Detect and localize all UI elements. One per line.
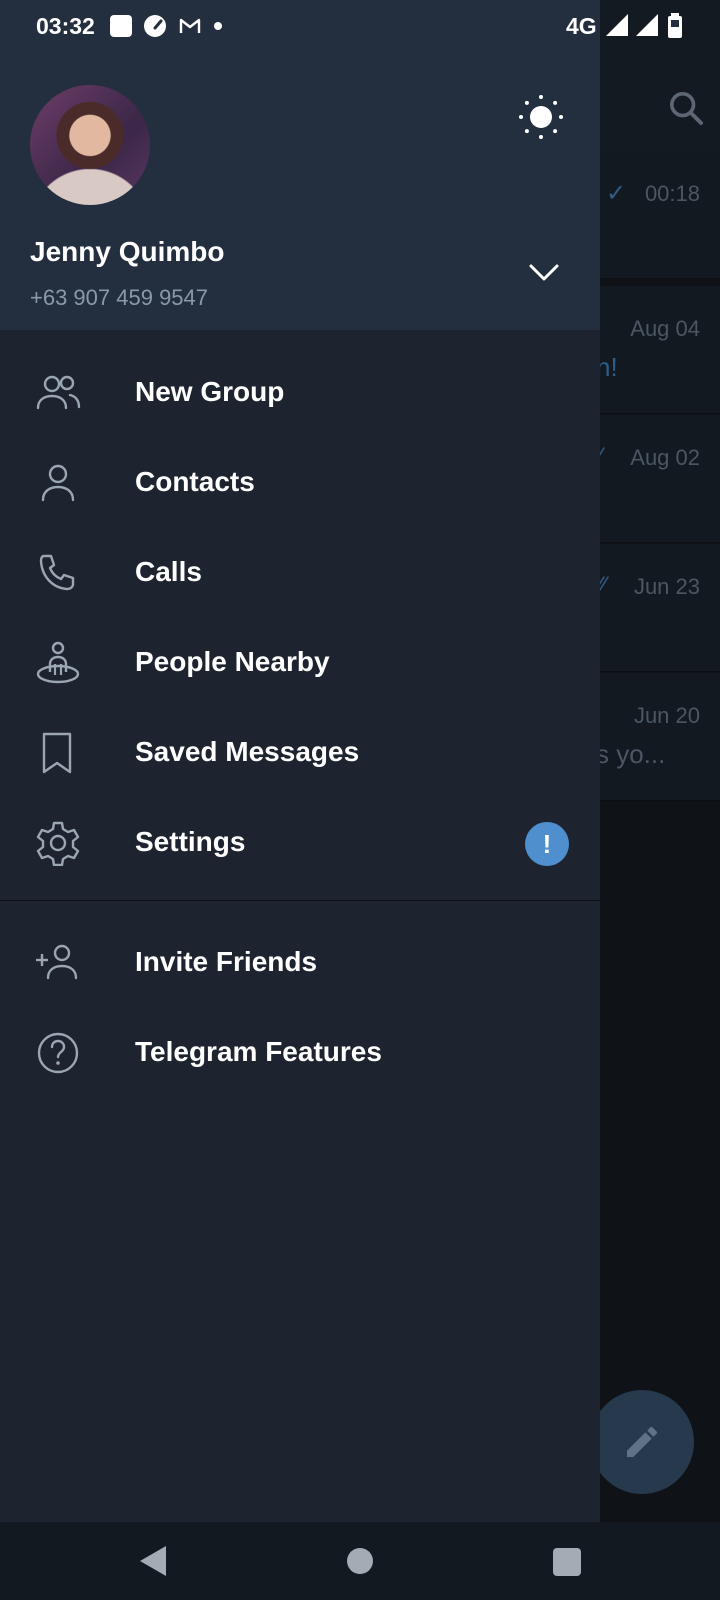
gmail-icon xyxy=(179,18,201,33)
signal-icon xyxy=(636,14,658,36)
speedometer-icon xyxy=(144,15,166,37)
question-icon xyxy=(37,1032,79,1074)
menu-item-label: New Group xyxy=(135,376,285,407)
settings-alert-badge: ! xyxy=(525,822,569,866)
menu-item-people-nearby[interactable]: People Nearby xyxy=(0,618,600,708)
menu-item-label: Settings xyxy=(135,826,246,857)
menu-item-invite-friends[interactable]: Invite Friends xyxy=(0,918,600,1008)
pencil-icon xyxy=(627,1426,657,1457)
menu-item-new-group[interactable]: New Group xyxy=(0,348,600,438)
contacts-icon xyxy=(41,464,75,502)
chat-snippet: s yo... xyxy=(596,739,666,769)
menu-item-calls[interactable]: Calls xyxy=(0,528,600,618)
chat-time: Jun 23 xyxy=(633,574,700,599)
chat-time: Aug 04 xyxy=(630,316,700,341)
user-name: Jenny Quimbo xyxy=(30,236,225,267)
drawer-menu: New Group Contacts Calls People Nearby S… xyxy=(0,348,600,888)
chevron-down-icon[interactable] xyxy=(528,262,560,284)
gear-icon xyxy=(36,821,80,866)
chat-time: 00:18 xyxy=(644,181,700,206)
chat-time: Aug 02 xyxy=(630,445,700,470)
status-time: 03:32 xyxy=(36,13,95,39)
menu-item-contacts[interactable]: Contacts xyxy=(0,438,600,528)
bookmark-icon xyxy=(42,732,72,774)
chat-time: Jun 20 xyxy=(633,703,700,728)
menu-item-label: People Nearby xyxy=(135,646,330,677)
menu-item-label: Invite Friends xyxy=(135,946,318,977)
back-icon[interactable] xyxy=(138,1544,168,1578)
notification-square-icon xyxy=(110,15,132,37)
drawer-menu-secondary: Invite Friends Telegram Features xyxy=(0,918,600,1098)
system-navigation-bar xyxy=(0,1522,720,1600)
phone-icon xyxy=(39,554,75,591)
signal-icon xyxy=(606,14,628,36)
menu-item-telegram-features[interactable]: Telegram Features xyxy=(0,1008,600,1098)
user-phone: +63 907 459 9547 xyxy=(30,285,209,310)
search-icon[interactable] xyxy=(666,88,706,128)
network-type: 4G xyxy=(566,13,597,39)
menu-item-settings[interactable]: Settings ! xyxy=(0,798,600,888)
dot-icon xyxy=(214,22,222,30)
read-check-icon: ✓ xyxy=(606,180,627,207)
menu-item-label: Contacts xyxy=(135,466,255,497)
avatar[interactable] xyxy=(30,85,150,205)
navigation-drawer: Jenny Quimbo +63 907 459 9547 New Group … xyxy=(0,0,600,1522)
add-user-icon xyxy=(36,944,78,980)
menu-item-label: Saved Messages xyxy=(135,736,360,767)
sun-icon[interactable] xyxy=(516,92,566,142)
menu-item-saved-messages[interactable]: Saved Messages xyxy=(0,708,600,798)
menu-item-label: Calls xyxy=(135,556,202,587)
new-group-icon xyxy=(36,375,81,410)
people-nearby-icon xyxy=(36,641,80,684)
menu-item-label: Telegram Features xyxy=(135,1036,382,1067)
status-bar: 03:32 4G xyxy=(0,0,720,54)
menu-divider xyxy=(0,900,600,901)
compose-fab-button[interactable] xyxy=(590,1390,694,1494)
recent-apps-button[interactable] xyxy=(553,1548,581,1576)
home-button[interactable] xyxy=(347,1548,373,1574)
battery-icon xyxy=(668,13,682,38)
